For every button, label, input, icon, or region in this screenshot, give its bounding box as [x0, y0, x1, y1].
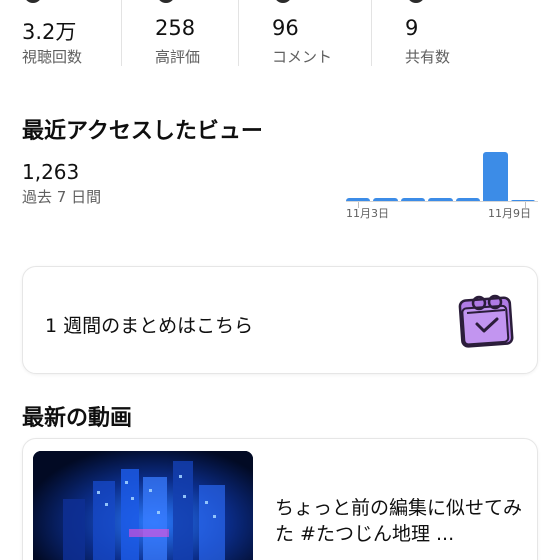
stat-likes-value: 258	[155, 16, 196, 40]
divider	[121, 0, 122, 66]
video-title[interactable]: ちょっと前の編集に似せてみた #たつじん地理 ...	[275, 495, 525, 547]
stat-views-value: 3.2万	[22, 20, 77, 44]
latest-videos-title: 最新の動画	[22, 406, 133, 431]
comment-icon	[272, 0, 302, 6]
divider	[371, 0, 372, 66]
recent-views-value: 1,263	[22, 160, 80, 184]
divider	[238, 0, 239, 66]
share-icon	[405, 0, 435, 6]
weekly-summary-card[interactable]: 1 週間のまとめはこちら	[22, 266, 538, 374]
chart-baseline	[346, 201, 538, 202]
views-icon	[22, 0, 52, 6]
stat-shares-label: 共有数	[405, 48, 451, 66]
stat-comments-value: 96	[272, 16, 299, 40]
stat-views-label: 視聴回数	[22, 48, 83, 66]
city-night-thumbnail-image	[33, 451, 253, 560]
stat-comments-label: コメント	[272, 48, 333, 66]
stat-likes-label: 高評価	[155, 48, 201, 66]
weekly-summary-text: 1 週間のまとめはこちら	[45, 315, 254, 337]
calendar-check-icon	[458, 294, 514, 348]
chart-tick-label-end: 11月9日	[488, 207, 531, 220]
recent-views-period: 過去 7 日間	[22, 188, 102, 206]
recent-views-title: 最近アクセスしたビュー	[22, 119, 263, 144]
like-icon	[155, 0, 185, 6]
video-thumbnail[interactable]	[33, 451, 253, 560]
stats-row: 3.2万 視聴回数 258 高評価 96 コメント 9 共有数	[0, 0, 560, 70]
chart-bar	[483, 152, 508, 202]
chart-tick-label-start: 11月3日	[346, 207, 389, 220]
latest-video-card[interactable]: ちょっと前の編集に似せてみた #たつじん地理 ...	[22, 438, 538, 560]
recent-views-chart[interactable]	[346, 150, 538, 202]
stat-shares-value: 9	[405, 16, 419, 40]
